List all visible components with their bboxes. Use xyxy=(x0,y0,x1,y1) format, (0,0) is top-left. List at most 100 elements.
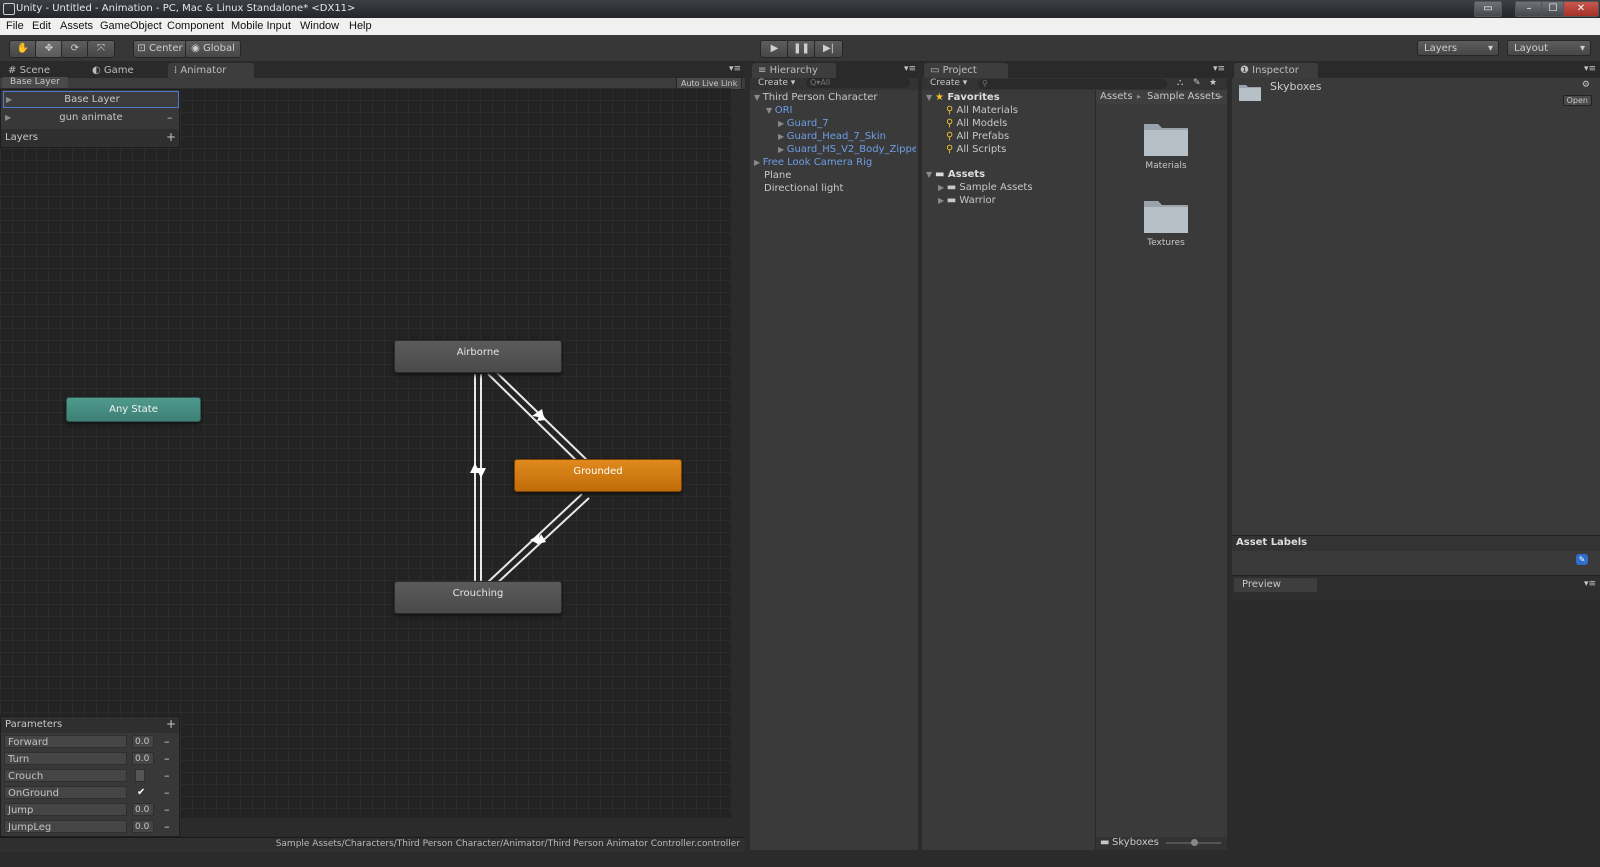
rotate-tool-icon[interactable]: ⟳ xyxy=(61,40,89,58)
state-grounded[interactable]: Grounded xyxy=(514,459,682,492)
favorite-item[interactable]: ⚲ All Prefabs xyxy=(946,131,1009,142)
transition-air-to-ground[interactable] xyxy=(487,373,583,467)
breadcrumb-assets[interactable]: Assets xyxy=(1100,91,1133,102)
step-button[interactable]: ▶| xyxy=(814,40,843,58)
tab-hierarchy[interactable]: ≡ Hierarchy xyxy=(752,63,836,78)
project-search-input[interactable]: ⚲ xyxy=(978,79,1167,89)
menu-gameobject[interactable]: GameObject xyxy=(100,18,162,35)
hierarchy-item[interactable]: Directional light xyxy=(764,183,843,194)
star-icon[interactable]: ★ xyxy=(1209,78,1217,88)
expand-arrow-icon[interactable]: ▶ xyxy=(754,158,763,167)
restore-window-icon[interactable]: ▭ xyxy=(1474,1,1502,17)
hierarchy-create-button[interactable]: Create ▾ xyxy=(758,78,795,88)
expand-arrow-icon[interactable]: ▼ xyxy=(754,93,763,102)
remove-parameter-button[interactable]: – xyxy=(164,803,170,816)
remove-parameter-button[interactable]: – xyxy=(164,735,170,748)
grid-item-materials[interactable]: Materials xyxy=(1136,118,1196,171)
hierarchy-item[interactable]: Plane xyxy=(764,170,791,181)
state-crouching[interactable]: Crouching xyxy=(394,581,562,614)
assets-header[interactable]: ▼ ▬ Assets xyxy=(926,169,985,180)
menu-window[interactable]: Window xyxy=(300,18,339,35)
move-tool-icon[interactable]: ✥ xyxy=(35,40,63,58)
add-parameter-button[interactable]: + xyxy=(166,717,176,731)
expand-arrow-icon[interactable]: ▶ xyxy=(778,132,787,141)
tab-scene[interactable]: # Scene xyxy=(2,63,88,78)
expand-arrow-icon[interactable]: ▼ xyxy=(926,93,935,102)
minimize-button[interactable]: – xyxy=(1515,1,1543,17)
parameter-name[interactable]: Forward xyxy=(4,735,127,748)
parameter-value[interactable]: 0.0 xyxy=(132,820,154,833)
parameter-name[interactable]: Jump xyxy=(4,803,127,816)
layer-item-base[interactable]: ▶ Base Layer xyxy=(3,91,179,108)
remove-parameter-button[interactable]: – xyxy=(164,752,170,765)
parameter-name[interactable]: JumpLeg xyxy=(4,820,127,833)
hierarchy-item[interactable]: ▶ Guard_Head_7_Skin xyxy=(778,131,886,142)
parameter-name[interactable]: Crouch xyxy=(4,769,127,782)
animator-graph[interactable]: Airborne Grounded Crouching Any State xyxy=(0,88,731,818)
panel-menu-icon[interactable]: ▾≡ xyxy=(729,64,741,74)
expand-arrow-icon[interactable]: ▶ xyxy=(938,196,947,205)
breadcrumb-sample-assets[interactable]: Sample Assets xyxy=(1147,91,1220,102)
slider-handle[interactable] xyxy=(1191,839,1198,846)
remove-layer-button[interactable]: – xyxy=(167,111,173,124)
expand-arrow-icon[interactable]: ▶ xyxy=(778,145,787,154)
tab-game[interactable]: ◐ Game xyxy=(86,63,172,78)
breadcrumb[interactable]: Base Layer xyxy=(2,77,68,88)
layer-item-gun-animate[interactable]: ▶ gun animate – xyxy=(3,110,179,127)
parameter-value[interactable]: 0.0 xyxy=(132,735,154,748)
expand-arrow-icon[interactable]: ▼ xyxy=(926,170,935,179)
menu-help[interactable]: Help xyxy=(349,18,372,35)
tag-icon[interactable]: ✎ xyxy=(1193,78,1201,88)
grid-item-textures[interactable]: Textures xyxy=(1136,195,1196,248)
remove-parameter-button[interactable]: – xyxy=(164,820,170,833)
menu-component[interactable]: Component xyxy=(167,18,224,35)
filter-type-icon[interactable]: ⛬ xyxy=(1177,78,1183,88)
parameter-value[interactable]: 0.0 xyxy=(132,752,154,765)
remove-parameter-button[interactable]: – xyxy=(164,786,170,799)
state-any-state[interactable]: Any State xyxy=(66,397,201,422)
space-global-button[interactable]: ◉ Global xyxy=(185,40,241,58)
panel-menu-icon[interactable]: ▾≡ xyxy=(1584,64,1596,74)
asset-folder-item[interactable]: ▶ ▬ Sample Assets xyxy=(938,182,1033,193)
favorites-header[interactable]: ▼ ★ Favorites xyxy=(926,92,1000,103)
hierarchy-item[interactable]: ▼ Third Person Character xyxy=(754,92,878,103)
menu-mobile-input[interactable]: Mobile Input xyxy=(231,18,291,35)
favorite-item[interactable]: ⚲ All Models xyxy=(946,118,1007,129)
expand-arrow-icon[interactable]: ▶ xyxy=(778,119,787,128)
maximize-button[interactable]: ☐ xyxy=(1541,1,1565,17)
open-button[interactable]: Open xyxy=(1562,95,1592,106)
play-button[interactable]: ▶ xyxy=(760,40,789,58)
settings-gear-icon[interactable]: ⚙ xyxy=(1582,80,1590,90)
hierarchy-item[interactable]: ▶ Free Look Camera Rig xyxy=(754,157,872,168)
favorite-item[interactable]: ⚲ All Materials xyxy=(946,105,1018,116)
parameter-value[interactable]: 0.0 xyxy=(132,803,154,816)
expand-arrow-icon[interactable]: ▶ xyxy=(938,183,947,192)
hierarchy-item[interactable]: ▼ ORI xyxy=(766,105,792,116)
preview-tab[interactable]: Preview xyxy=(1234,578,1317,592)
state-airborne[interactable]: Airborne xyxy=(394,340,562,373)
menu-edit[interactable]: Edit xyxy=(32,18,51,35)
tag-icon[interactable]: ✎ xyxy=(1576,554,1588,565)
hand-tool-icon[interactable]: ✋ xyxy=(9,40,37,58)
hierarchy-item[interactable]: ▶ Guard_HS_V2_Body_Zippe xyxy=(778,144,916,155)
favorite-item[interactable]: ⚲ All Scripts xyxy=(946,144,1006,155)
add-layer-button[interactable]: + xyxy=(166,130,176,144)
panel-menu-icon[interactable]: ▾≡ xyxy=(904,64,916,74)
layers-dropdown[interactable]: Layers ▾ xyxy=(1417,40,1499,56)
parameter-checkbox[interactable] xyxy=(135,769,145,782)
scale-tool-icon[interactable]: ⤧ xyxy=(87,40,115,58)
panel-menu-icon[interactable]: ▾≡ xyxy=(1584,579,1596,589)
project-create-button[interactable]: Create ▾ xyxy=(930,78,967,88)
tab-project[interactable]: ▭ Project xyxy=(924,63,1008,78)
layout-dropdown[interactable]: Layout ▾ xyxy=(1507,40,1591,56)
expand-arrow-icon[interactable]: ▼ xyxy=(766,106,775,115)
menu-assets[interactable]: Assets xyxy=(60,18,93,35)
close-button[interactable]: ✕ xyxy=(1563,1,1599,17)
tab-inspector[interactable]: ❶ Inspector xyxy=(1234,63,1318,78)
remove-parameter-button[interactable]: – xyxy=(164,769,170,782)
menu-file[interactable]: File xyxy=(6,18,24,35)
parameter-name[interactable]: OnGround xyxy=(4,786,127,799)
pivot-center-button[interactable]: ⊡ Center xyxy=(133,40,187,58)
pause-button[interactable]: ❚❚ xyxy=(787,40,816,58)
hierarchy-search-input[interactable]: Q▾All xyxy=(806,78,910,88)
